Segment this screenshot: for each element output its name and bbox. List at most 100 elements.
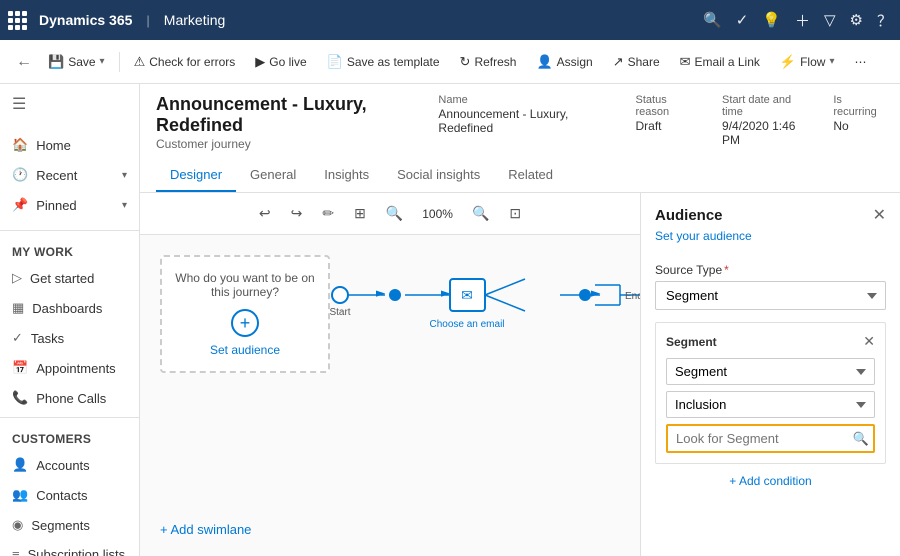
sidebar-item-recent[interactable]: 🕐 Recent ▾ [0,160,139,190]
add-swimlane-button[interactable]: + Add swimlane [160,522,251,537]
look-for-wrap: 🔍 [666,424,875,453]
refresh-button[interactable]: ↻ Refresh [452,50,525,74]
record-header: Announcement - Luxury, Redefined Custome… [140,84,900,193]
help-icon[interactable]: ？ [877,10,892,31]
save-template-button[interactable]: 📄 Save as template [319,50,448,74]
share-button[interactable]: ↗ Share [605,50,668,74]
look-for-segment-input[interactable] [666,424,875,453]
check-icon[interactable]: ✓ [736,11,749,29]
sidebar-item-contacts[interactable]: 👥 Contacts [0,480,139,510]
sidebar-item-get-started[interactable]: ▷ Get started [0,263,139,293]
share-icon: ↗ [613,54,624,70]
more-button[interactable]: ⋯ [846,51,874,73]
source-type-label: Source Type [655,263,886,277]
lightbulb-icon[interactable]: 💡 [762,11,781,29]
sidebar-item-subscription-lists[interactable]: ≡ Subscription lists [0,540,139,556]
add-audience-button[interactable]: + [231,309,259,337]
appointments-icon: 📅 [12,360,28,376]
assign-button[interactable]: 👤 Assign [528,50,600,74]
pinned-expand-icon: ▾ [122,200,127,211]
flow-button[interactable]: ⚡ Flow ▾ [772,50,843,74]
redo-button[interactable]: ↪ [284,201,310,226]
undo-button[interactable]: ↩ [252,201,278,226]
audience-question: Who do you want to be on this journey? [172,271,318,299]
record-title: Announcement - Luxury, Redefined [156,94,438,136]
tab-insights[interactable]: Insights [310,159,383,192]
filter-icon[interactable]: ▽ [824,11,836,29]
back-button[interactable]: ← [12,49,36,75]
panel-close-button[interactable]: ✕ [873,205,886,225]
sidebar-item-dashboards[interactable]: ▦ Dashboards [0,293,139,323]
sidebar-item-home[interactable]: 🏠 Home [0,130,139,160]
email-link-button[interactable]: ✉ Email a Link [672,50,768,74]
segment-dropdown-2[interactable]: Inclusion Exclusion [666,391,875,418]
refresh-icon: ↻ [460,54,471,70]
email-link-icon: ✉ [680,54,691,70]
set-audience-link[interactable]: Set audience [172,343,318,357]
recent-expand-icon: ▾ [122,170,127,181]
look-for-search-icon: 🔍 [853,431,869,447]
module-name: Marketing [164,12,225,28]
zoom-in-button[interactable]: 🔍 [465,201,496,226]
cmd-separator-1 [119,52,120,72]
record-tabs: Designer General Insights Social insight… [156,159,884,192]
segments-icon: ◉ [12,517,23,533]
canvas-area: ↩ ↪ ✏ ⊞ 🔍 100% 🔍 ⊡ Who do you want to be… [140,193,640,556]
sidebar-item-tasks[interactable]: ✓ Tasks [0,323,139,353]
save-template-icon: 📄 [327,54,343,70]
dashboards-icon: ▦ [12,300,24,316]
panel-subtitle[interactable]: Set your audience [641,229,900,253]
panel-title: Audience [655,207,723,224]
fit-button[interactable]: ⊡ [502,201,528,226]
tasks-icon: ✓ [12,330,23,346]
meta-name: Name Announcement - Luxury, Redefined [438,94,611,147]
sidebar-item-phone-calls[interactable]: 📞 Phone Calls [0,383,139,413]
tab-general[interactable]: General [236,159,310,192]
add-icon[interactable]: ＋ [795,10,810,31]
svg-text:✉: ✉ [461,287,473,303]
segment-dropdown-1[interactable]: Segment [666,358,875,385]
add-condition-link[interactable]: + Add condition [655,474,886,488]
grid-tool-button[interactable]: ⊞ [347,201,373,226]
segment-select-wrap-2: Inclusion Exclusion [666,391,875,418]
source-type-select[interactable]: Segment Marketing list [655,281,886,310]
panel-header: Audience ✕ [641,193,900,229]
segment-section: Segment ✕ Segment Inclusion Exclusion [655,322,886,464]
tab-related[interactable]: Related [494,159,567,192]
app-grid-icon[interactable] [8,11,27,30]
zoom-out-button[interactable]: 🔍 [379,201,410,226]
flow-dropdown-icon[interactable]: ▾ [829,56,834,67]
go-live-button[interactable]: ▶ Go live [247,50,314,74]
panel-body: Source Type Segment Marketing list Segme… [641,253,900,502]
sidebar-item-pinned[interactable]: 📌 Pinned ▾ [0,190,139,220]
save-dropdown-icon[interactable]: ▾ [100,56,105,67]
segment-section-close-button[interactable]: ✕ [863,333,875,350]
edit-tool-button[interactable]: ✏ [315,201,341,226]
customers-header: Customers [0,422,139,450]
nav-divider: | [146,13,149,28]
sidebar-item-segments[interactable]: ◉ Segments [0,510,139,540]
save-icon: 💾 [48,54,64,70]
svg-text:End: End [625,291,640,302]
audience-panel: Audience ✕ Set your audience Source Type… [640,193,900,556]
record-subtitle: Customer journey [156,137,438,151]
save-button[interactable]: 💾 Save ▾ [40,50,113,74]
journey-canvas-area: Who do you want to be on this journey? +… [140,235,640,553]
designer-area: ↩ ↪ ✏ ⊞ 🔍 100% 🔍 ⊡ Who do you want to be… [140,193,900,556]
sidebar-hamburger[interactable]: ☰ [0,84,139,124]
check-errors-button[interactable]: ⚠ Check for errors [126,50,244,74]
go-live-icon: ▶ [255,54,265,70]
settings-icon[interactable]: ⚙ [850,11,863,29]
tab-social-insights[interactable]: Social insights [383,159,494,192]
subscription-icon: ≡ [12,547,20,556]
record-meta: Name Announcement - Luxury, Redefined St… [438,94,884,147]
app-name: Dynamics 365 [39,12,132,28]
tab-designer[interactable]: Designer [156,159,236,192]
svg-text:Choose an email: Choose an email [429,319,504,330]
sidebar-item-accounts[interactable]: 👤 Accounts [0,450,139,480]
segment-section-title: Segment [666,335,717,349]
flow-diagram: Start ✉ Choose an email End [330,275,640,375]
home-icon: 🏠 [12,137,28,153]
search-icon[interactable]: 🔍 [703,11,722,29]
sidebar-item-appointments[interactable]: 📅 Appointments [0,353,139,383]
